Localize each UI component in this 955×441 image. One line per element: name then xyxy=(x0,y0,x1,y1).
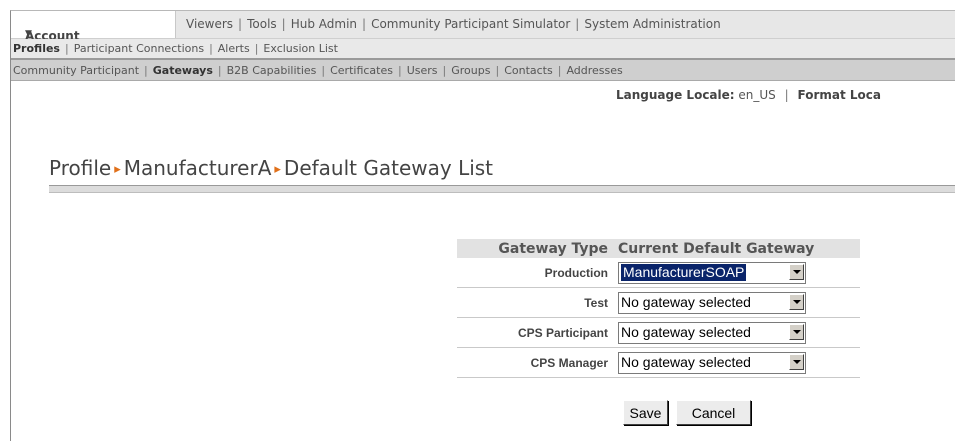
breadcrumb-current: Default Gateway List xyxy=(283,156,494,180)
gateway-cell: No gateway selected xyxy=(613,287,860,318)
breadcrumb-separator-icon: ▸ xyxy=(274,162,281,177)
nav-separator: | xyxy=(321,64,326,77)
cps-participant-gateway-select[interactable]: No gateway selected xyxy=(618,321,806,344)
table-row: Production ManufacturerSOAP xyxy=(457,258,860,288)
format-locale-label: Format Loca xyxy=(797,88,882,102)
tab-tools[interactable]: Tools xyxy=(247,17,277,31)
gateway-cell: No gateway selected xyxy=(613,347,860,378)
tab-viewers[interactable]: Viewers xyxy=(186,17,233,31)
nav-separator: | xyxy=(64,42,69,55)
breadcrumb-separator-icon: ▸ xyxy=(114,162,121,177)
nav-separator: | xyxy=(495,64,500,77)
sub-sub-nav: Community Participant | Gateways | B2B Capab… xyxy=(11,60,955,81)
subnav-exclusion-list[interactable]: Exclusion List xyxy=(263,42,338,55)
table-row: CPS Participant No gateway selected xyxy=(457,317,860,348)
tab-account-admin[interactable]: ▼ Account Admin xyxy=(11,11,176,57)
subsubnav-community-participant[interactable]: Community Participant xyxy=(13,64,139,77)
page-title: Profile ▸ ManufacturerA ▸ Default Gateway Li… xyxy=(49,156,493,180)
select-value: ManufacturerSOAP xyxy=(621,263,747,281)
subsubnav-addresses[interactable]: Addresses xyxy=(566,64,622,77)
tab-system-administration[interactable]: System Administration xyxy=(584,17,720,31)
nav-separator: | xyxy=(442,64,447,77)
table-header-row: Gateway Type Current Default Gateway xyxy=(457,239,860,258)
gateway-type-label: CPS Participant xyxy=(457,317,613,348)
main-nav: ▼ Account Admin Viewers | Tools | Hub Admin |… xyxy=(11,11,955,57)
subsubnav-contacts[interactable]: Contacts xyxy=(504,64,553,77)
nav-separator: | xyxy=(281,17,286,31)
select-value: No gateway selected xyxy=(621,353,751,370)
nav-separator: | xyxy=(557,64,562,77)
nav-separator: | xyxy=(209,42,213,55)
subsubnav-users[interactable]: Users xyxy=(407,64,438,77)
dropdown-arrow-icon[interactable] xyxy=(789,293,804,310)
nav-separator: | xyxy=(238,17,243,31)
select-value: No gateway selected xyxy=(621,323,751,340)
nav-separator: | xyxy=(254,42,259,55)
tab-community-participant-simulator[interactable]: Community Participant Simulator xyxy=(371,17,570,31)
app-frame: ▼ Account Admin Viewers | Tools | Hub Admin |… xyxy=(10,10,955,441)
breadcrumb-profile: Profile xyxy=(49,156,112,180)
test-gateway-select[interactable]: No gateway selected xyxy=(618,291,806,314)
subnav-alerts[interactable]: Alerts xyxy=(218,42,250,55)
subnav-profiles[interactable]: Profiles xyxy=(13,42,60,55)
dropdown-arrow-icon[interactable] xyxy=(789,323,804,340)
subsubnav-b2b-capabilities[interactable]: B2B Capabilities xyxy=(227,64,317,77)
column-header-current-default-gateway: Current Default Gateway xyxy=(613,239,860,258)
production-gateway-select[interactable]: ManufacturerSOAP xyxy=(618,261,806,284)
subsubnav-certificates[interactable]: Certificates xyxy=(330,64,393,77)
cancel-button[interactable]: Cancel xyxy=(676,400,751,425)
select-value: No gateway selected xyxy=(621,293,751,310)
subnav-participant-connections[interactable]: Participant Connections xyxy=(74,42,204,55)
gateway-type-label: Production xyxy=(457,258,613,288)
dropdown-arrow-icon[interactable] xyxy=(789,263,804,280)
gateway-cell: ManufacturerSOAP xyxy=(613,258,860,288)
column-header-gateway-type: Gateway Type xyxy=(457,239,613,258)
sub-nav: Profiles | Participant Connections | Alerts |… xyxy=(11,39,955,60)
table-row: Test No gateway selected xyxy=(457,287,860,318)
main-nav-links: Viewers | Tools | Hub Admin | Community Partic… xyxy=(186,17,721,31)
language-locale-value: en_US xyxy=(738,88,776,102)
nav-separator: | xyxy=(575,17,580,31)
nav-separator: | xyxy=(144,64,148,77)
breadcrumb-manufacturer: ManufacturerA xyxy=(123,156,272,180)
table-row: CPS Manager No gateway selected xyxy=(457,347,860,378)
nav-separator: | xyxy=(397,64,402,77)
nav-separator: | xyxy=(362,17,367,31)
gateway-cell: No gateway selected xyxy=(613,317,860,348)
locale-separator: | xyxy=(784,88,789,102)
tab-hub-admin[interactable]: Hub Admin xyxy=(291,17,357,31)
subsubnav-gateways[interactable]: Gateways xyxy=(153,64,213,77)
cps-manager-gateway-select[interactable]: No gateway selected xyxy=(618,351,806,374)
nav-separator: | xyxy=(217,64,222,77)
save-button[interactable]: Save xyxy=(623,400,668,425)
locale-info: Language Locale: en_US | Format Loca xyxy=(616,88,881,102)
gateway-table: Gateway Type Current Default Gateway Pro… xyxy=(457,239,860,378)
language-locale-label: Language Locale: xyxy=(616,88,735,102)
gateway-type-label: CPS Manager xyxy=(457,347,613,378)
title-divider xyxy=(49,185,955,193)
subsubnav-groups[interactable]: Groups xyxy=(451,64,490,77)
dropdown-arrow-icon[interactable] xyxy=(789,353,804,370)
gateway-type-label: Test xyxy=(457,287,613,318)
